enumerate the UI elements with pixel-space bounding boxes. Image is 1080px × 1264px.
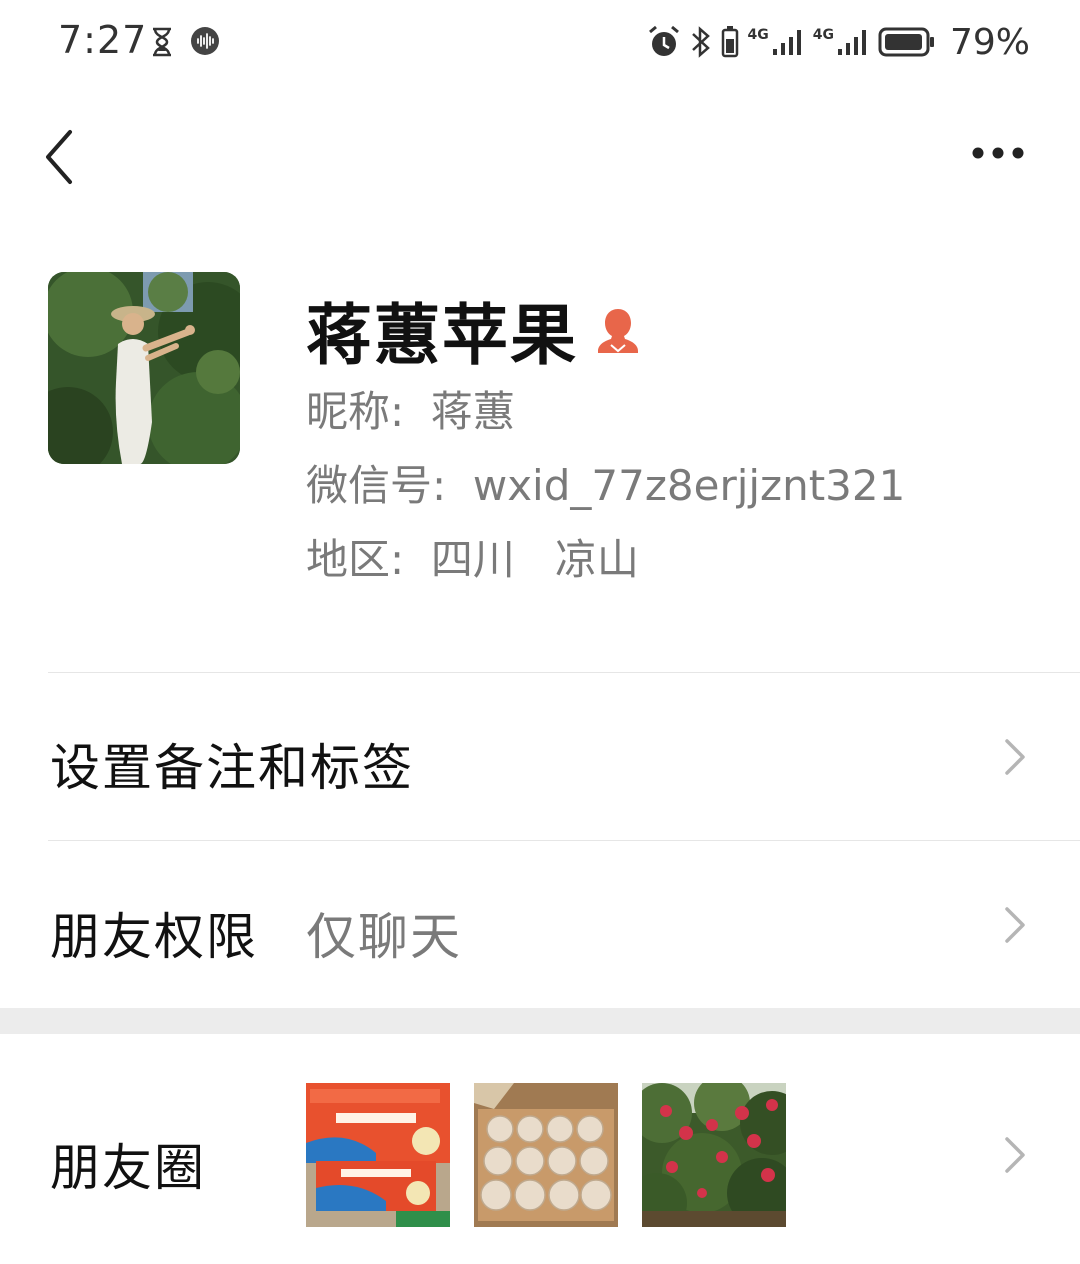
avatar[interactable] xyxy=(48,272,240,464)
female-user-icon xyxy=(598,309,638,353)
display-name: 蒋蕙苹果 xyxy=(306,297,578,374)
moment-thumbnail-apple-orchard[interactable] xyxy=(642,1083,786,1227)
vibrate-battery-icon xyxy=(721,26,738,58)
status-icons: 4G 4G 79% xyxy=(646,20,1030,64)
audio-wave-icon xyxy=(191,27,219,55)
status-bar: 7:27 4G 4G 79% xyxy=(0,0,1080,84)
network-label-1: 4G xyxy=(747,27,769,43)
chevron-right-icon xyxy=(1005,907,1025,943)
chevron-right-icon xyxy=(1005,739,1025,775)
friend-permission-row[interactable]: 朋友权限 仅聊天 xyxy=(0,841,1080,1008)
profile-header: 蒋蕙苹果 昵称: 蒋蕙 微信号: wxid_77z8erjjznt321 地区:… xyxy=(0,272,1080,602)
apple-box-image xyxy=(306,1083,450,1227)
battery-icon xyxy=(878,27,934,57)
display-name-row: 蒋蕙苹果 xyxy=(306,282,642,378)
section-gap xyxy=(0,1008,1080,1034)
battery-percent: 79% xyxy=(949,21,1030,63)
signal-1-icon: 4G xyxy=(748,27,805,57)
remark-tags-label: 设置备注和标签 xyxy=(50,739,414,797)
hourglass-icon xyxy=(153,27,171,57)
signal-2-icon: 4G xyxy=(813,27,870,57)
more-button[interactable] xyxy=(970,130,1030,180)
alarm-icon xyxy=(648,25,679,56)
chevron-right-icon xyxy=(1005,1137,1025,1173)
nav-bar xyxy=(0,110,1080,200)
friend-permission-value: 仅聊天 xyxy=(306,908,462,966)
nickname-line: 昵称: 蒋蕙 xyxy=(306,387,515,436)
moment-thumbnail-apples-packed[interactable] xyxy=(474,1083,618,1227)
status-time: 7:27 xyxy=(58,18,148,62)
moments-label: 朋友圈 xyxy=(50,1139,206,1197)
back-button[interactable] xyxy=(36,122,86,192)
avatar-image xyxy=(48,272,240,464)
apple-orchard-image xyxy=(642,1083,786,1227)
moment-thumbnail-apple-box[interactable] xyxy=(306,1083,450,1227)
friend-permission-label: 朋友权限 xyxy=(50,908,258,966)
apples-packed-image xyxy=(474,1083,618,1227)
region-line: 地区: 四川 凉山 xyxy=(306,535,639,584)
bluetooth-icon xyxy=(691,26,710,58)
wechat-id-line: 微信号: wxid_77z8erjjznt321 xyxy=(306,461,906,510)
network-label-2: 4G xyxy=(812,27,834,43)
remark-tags-row[interactable]: 设置备注和标签 xyxy=(0,673,1080,840)
